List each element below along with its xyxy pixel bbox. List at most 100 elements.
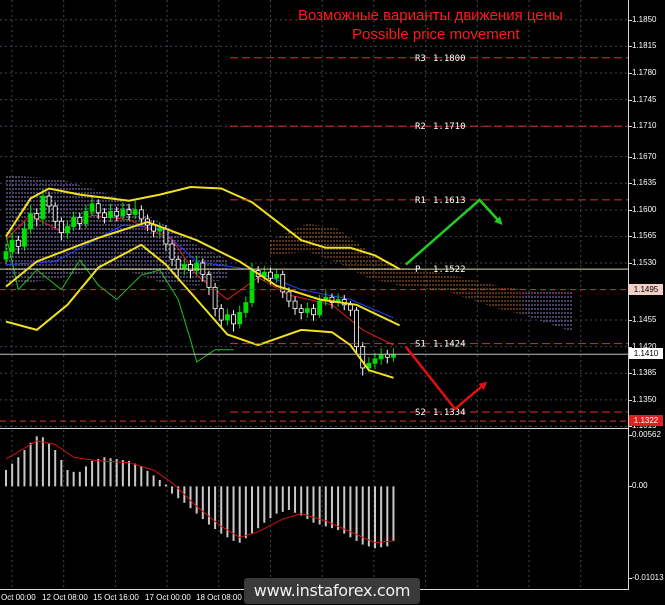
macd-bar <box>91 460 94 487</box>
macd-bar <box>109 458 112 487</box>
candle-body <box>378 353 384 360</box>
panel-separator <box>0 428 628 429</box>
macd-bar <box>66 470 69 487</box>
macd-bar <box>164 484 167 487</box>
price-tick-label: 1.1350 <box>632 394 657 404</box>
candle-body <box>126 209 132 215</box>
candle-body <box>132 209 138 215</box>
price-marker-badge: 1.1322 <box>629 415 663 427</box>
macd-bar <box>121 460 124 487</box>
pivot-level-label: R1 1.1613 <box>415 196 466 206</box>
candle-body <box>108 210 113 218</box>
ichimoku-cloud <box>522 289 572 332</box>
pivot-level-name: R3 <box>415 54 426 64</box>
candle-body <box>22 228 27 247</box>
price-tick-label: 1.1710 <box>632 121 657 131</box>
macd-tick-label: 0.00562 <box>632 430 661 440</box>
candle-body <box>175 258 181 270</box>
macd-bar <box>275 486 278 514</box>
candle-body <box>292 300 298 310</box>
pivot-level-value: 1.1710 <box>433 122 466 132</box>
candle-body <box>9 239 15 253</box>
pivot-level-name: S2 <box>415 408 426 418</box>
macd-bar <box>251 486 253 534</box>
macd-bar <box>54 450 57 487</box>
price-tick-label: 1.1530 <box>632 258 657 268</box>
candle-body <box>298 308 304 313</box>
price-axis: 1.1850 1.1815 1.1780 1.1745 1.1710 1.1670 1.16… <box>628 0 665 590</box>
candle-body <box>347 304 353 311</box>
macd-bar <box>349 486 352 538</box>
candle-body <box>58 220 64 234</box>
candle <box>237 305 243 329</box>
price-tick-label: 1.1780 <box>632 67 657 77</box>
macd-chart <box>5 430 582 590</box>
time-tick-label: 12 Oct 08:00 <box>42 593 88 602</box>
watermark: www.instaforex.com <box>244 578 420 604</box>
macd-bar <box>115 459 118 487</box>
candle-body <box>46 195 52 207</box>
candle <box>224 308 230 326</box>
price-chart-panel: R3 1.1800 R2 1.1710 R1 1.1613 P 1.1522 S1 1.1424 S… <box>0 0 628 428</box>
macd-bar <box>386 486 389 547</box>
candle-body <box>114 210 120 217</box>
candle-body <box>157 228 163 232</box>
macd-bar <box>97 459 100 487</box>
candle-body <box>237 312 243 325</box>
macd-bar <box>140 466 143 487</box>
macd-bar <box>300 486 303 516</box>
macd-bar <box>35 436 38 487</box>
candle-body <box>311 308 316 316</box>
pivot-level-label: R2 1.1710 <box>415 122 466 132</box>
time-tick-label: Oct 00:00 <box>1 593 36 602</box>
candle-body <box>243 302 249 313</box>
macd-bar <box>171 486 174 494</box>
candle-body <box>28 213 34 230</box>
macd-bar <box>355 486 358 541</box>
macd-bar <box>214 486 217 530</box>
price-tick-label: 1.1455 <box>632 315 657 325</box>
candle-body <box>40 195 46 220</box>
candle-body <box>188 264 193 272</box>
candle-body <box>15 239 21 247</box>
candle-body <box>89 203 95 212</box>
candle-body <box>181 264 187 270</box>
macd-bar <box>374 486 376 549</box>
macd-bar <box>281 486 284 512</box>
chart-title-russian: Возможные варианты движения цены <box>298 7 563 24</box>
macd-bar <box>17 457 20 487</box>
macd-bar <box>189 486 192 509</box>
pivot-level-value: 1.1800 <box>433 54 466 64</box>
candle <box>384 349 390 364</box>
candle <box>292 296 298 315</box>
pivot-level-label: S2 1.1334 <box>415 408 466 418</box>
candle-body <box>120 209 126 217</box>
candle-body <box>83 210 89 224</box>
price-marker-badge: 1.1410 <box>629 348 663 360</box>
candle <box>354 307 359 353</box>
pivot-level-label: S1 1.1424 <box>415 340 466 350</box>
chart-title-english: Possible price movement <box>352 26 520 43</box>
pivot-level-value: 1.1613 <box>433 196 466 206</box>
macd-bar <box>380 486 383 548</box>
pivot-level-name: P <box>415 265 421 275</box>
macd-bar <box>29 442 32 487</box>
candle-body <box>65 226 70 234</box>
candle <box>231 310 236 332</box>
candle-body <box>34 213 40 220</box>
candle-body <box>71 217 77 227</box>
price-chart: R3 1.1800R2 1.1710R1 1.1613P 1.1522S1 1.1424S… <box>0 0 628 428</box>
macd-bar <box>41 437 44 487</box>
macd-bar <box>330 486 333 529</box>
macd-bar <box>294 486 297 513</box>
macd-bar <box>244 486 247 539</box>
macd-bar <box>60 460 63 487</box>
candle <box>378 348 384 365</box>
macd-bar <box>207 486 210 525</box>
macd-bar <box>269 486 272 519</box>
candle-body <box>138 209 144 220</box>
macd-bar <box>84 466 87 487</box>
pivot-level-name: S1 <box>415 340 426 350</box>
candle-body <box>268 271 273 279</box>
macd-bar <box>343 486 346 534</box>
